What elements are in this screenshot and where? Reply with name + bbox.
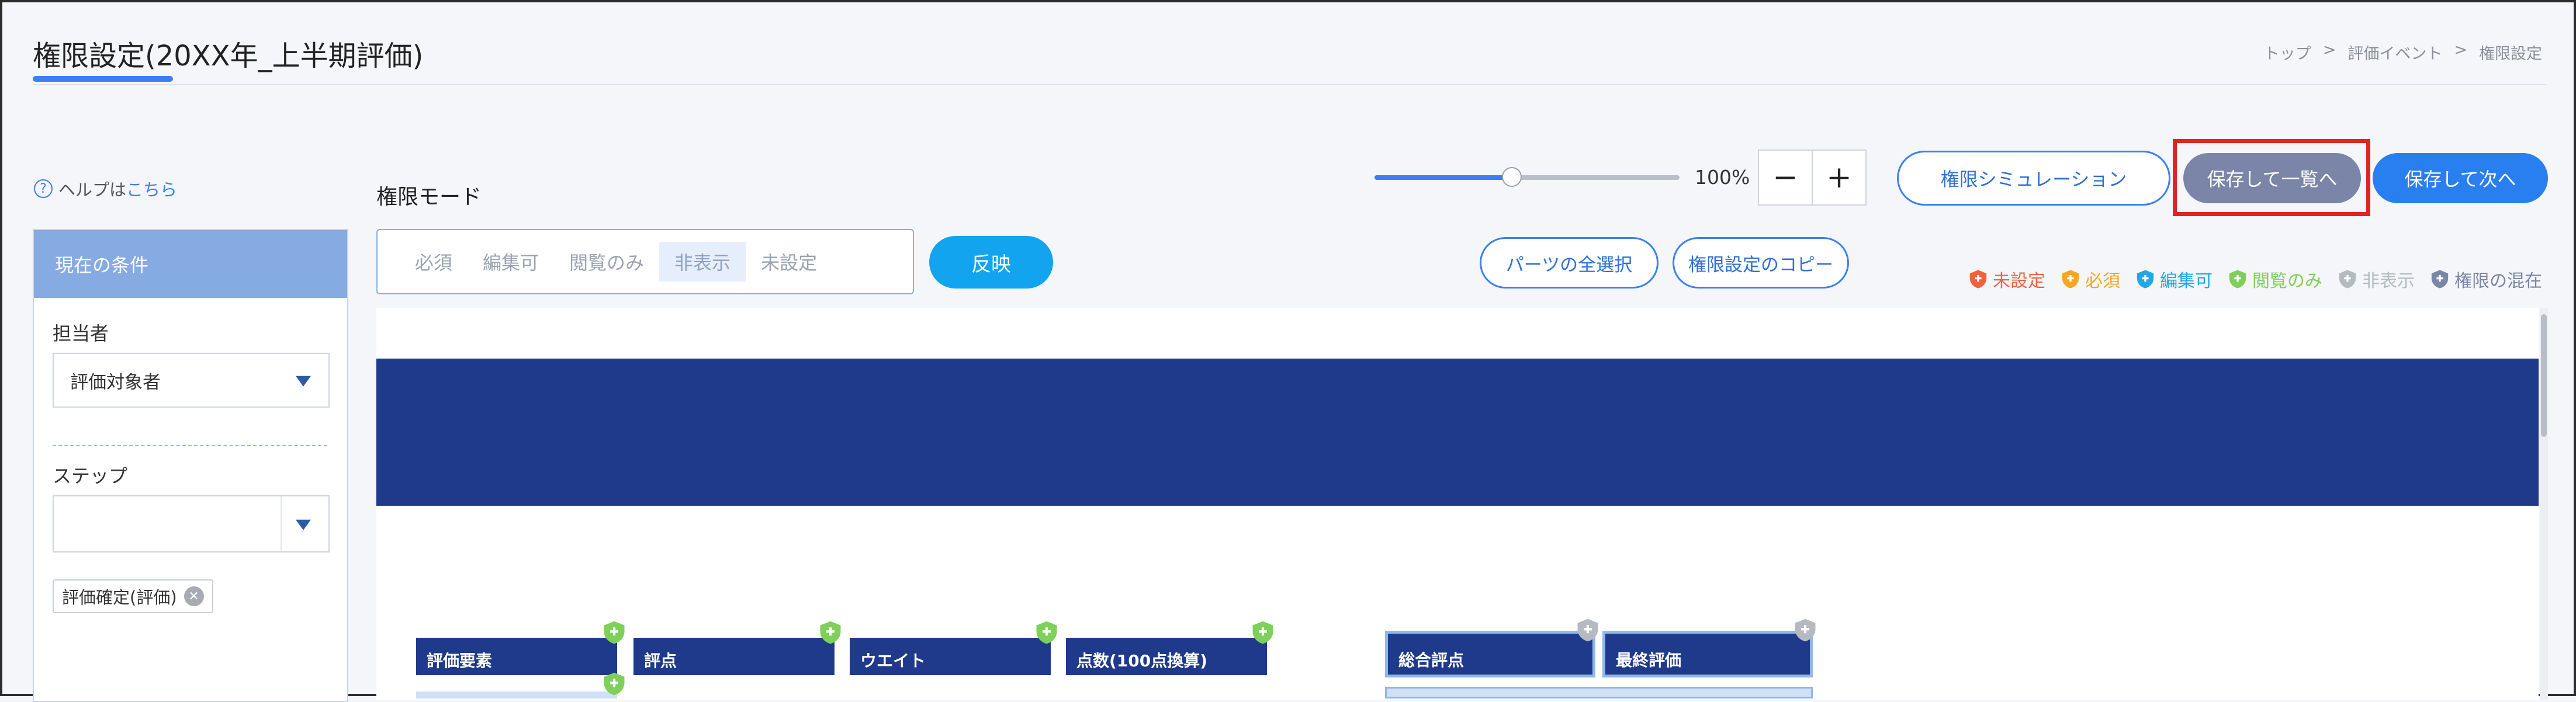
mode-editable[interactable]: 編集可 <box>468 242 554 282</box>
select-all-parts-button[interactable]: パーツの全選択 <box>1480 237 1659 289</box>
part-label: 評点 <box>644 651 677 670</box>
shield-plus-icon <box>604 621 625 644</box>
part-total-score[interactable]: 総合評点 <box>1385 631 1595 677</box>
mode-toggle-group: 必須 編集可 閲覧のみ 非表示 未設定 <box>376 229 914 294</box>
title-underline <box>33 76 173 82</box>
chevron-down-icon <box>296 519 311 530</box>
legend-label: 非表示 <box>2362 271 2415 291</box>
permission-legend: 未設定 必須 編集可 閲覧のみ 非表示 権限の混在 <box>1968 266 2542 292</box>
highlight-box <box>2173 139 2370 216</box>
legend-label: 未設定 <box>1993 271 2045 291</box>
mode-required[interactable]: 必須 <box>400 242 468 282</box>
legend-item: 権限の混在 <box>2430 266 2542 292</box>
assignee-select[interactable]: 評価対象者 <box>53 353 330 408</box>
legend-item: 閲覧のみ <box>2228 266 2322 292</box>
part-row-next <box>416 691 617 698</box>
breadcrumb: トップ > 評価イベント > 権限設定 <box>2264 41 2542 64</box>
part-weight[interactable]: ウエイト <box>850 638 1051 675</box>
page-title: 権限設定(20XX年_上半期評価) <box>33 40 424 72</box>
shield-plus-icon <box>2229 270 2246 289</box>
shield-plus-icon <box>2339 270 2356 289</box>
legend-item: 必須 <box>2061 266 2120 292</box>
part-evaluation-element[interactable]: 評価要素 <box>416 638 617 675</box>
part-label: 評価要素 <box>427 651 493 670</box>
part-row-next <box>1385 687 1813 698</box>
shield-plus-icon <box>1795 618 1816 642</box>
step-select[interactable] <box>53 495 330 552</box>
breadcrumb-separator: > <box>2322 41 2336 59</box>
zoom-level: 100% <box>1695 166 1750 189</box>
zoom-in-button[interactable]: + <box>1812 150 1867 206</box>
breadcrumb-event[interactable]: 評価イベント <box>2348 41 2442 64</box>
part-score-100[interactable]: 点数(100点換算) <box>1066 638 1267 675</box>
help-prefix: ヘルプは <box>58 180 127 200</box>
conditions-title: 現在の条件 <box>34 230 347 298</box>
mode-hidden[interactable]: 非表示 <box>659 242 746 282</box>
help-link[interactable]: こちら <box>126 176 177 201</box>
header-divider <box>33 84 2547 85</box>
zoom-slider-fill <box>1374 175 1512 180</box>
shield-plus-icon <box>2062 270 2079 289</box>
breadcrumb-top[interactable]: トップ <box>2264 41 2311 64</box>
save-next-button[interactable]: 保存して次へ <box>2373 153 2548 203</box>
legend-item: 未設定 <box>1968 266 2045 292</box>
shield-plus-icon <box>1577 618 1598 642</box>
zoom-out-button[interactable]: − <box>1758 150 1813 206</box>
shield-plus-icon <box>820 621 841 644</box>
plus-icon: + <box>1826 160 1852 195</box>
apply-button[interactable]: 反映 <box>929 236 1053 289</box>
part-label: 最終評価 <box>1616 651 1682 670</box>
legend-item: 編集可 <box>2135 266 2213 292</box>
section-divider <box>53 445 327 446</box>
step-chip: 評価確定(評価) ✕ <box>53 579 213 613</box>
legend-label: 編集可 <box>2160 271 2213 291</box>
legend-item: 非表示 <box>2338 266 2415 292</box>
mode-unset[interactable]: 未設定 <box>746 242 832 282</box>
legend-label: 必須 <box>2085 271 2120 291</box>
assignee-value: 評価対象者 <box>70 371 161 393</box>
part-score[interactable]: 評点 <box>633 638 835 675</box>
close-icon[interactable]: ✕ <box>183 586 204 606</box>
minus-icon: − <box>1772 160 1798 195</box>
part-final-evaluation[interactable]: 最終評価 <box>1602 631 1813 677</box>
part-label: 点数(100点換算) <box>1076 651 1208 670</box>
select-divider <box>281 496 282 551</box>
help-line: ? ヘルプは こちら <box>34 176 177 201</box>
question-icon: ? <box>34 179 53 198</box>
part-label: 総合評点 <box>1398 651 1464 670</box>
legend-label: 閲覧のみ <box>2252 271 2322 291</box>
shield-plus-icon <box>2431 270 2449 289</box>
scrollbar-thumb[interactable] <box>2541 314 2547 437</box>
shield-plus-icon <box>2137 270 2154 289</box>
shield-plus-icon <box>1969 270 1987 289</box>
permission-simulation-button[interactable]: 権限シミュレーション <box>1897 151 2170 206</box>
assignee-label: 担当者 <box>53 322 109 345</box>
chevron-down-icon <box>296 376 311 387</box>
zoom-slider-handle[interactable] <box>1501 167 1522 187</box>
shield-plus-icon <box>604 672 625 696</box>
legend-label: 権限の混在 <box>2454 271 2542 291</box>
mode-view-only[interactable]: 閲覧のみ <box>554 242 659 282</box>
breadcrumb-current: 権限設定 <box>2479 45 2542 63</box>
shield-plus-icon <box>1252 621 1273 644</box>
conditions-panel: 現在の条件 担当者 評価対象者 ステップ 評価確定(評価) ✕ <box>33 229 348 702</box>
breadcrumb-separator: > <box>2454 41 2467 59</box>
chip-label: 評価確定(評価) <box>62 588 177 607</box>
step-label: ステップ <box>53 465 128 487</box>
mode-label: 権限モード <box>376 185 482 209</box>
part-label: ウエイト <box>860 651 926 670</box>
header-banner-part[interactable] <box>376 359 2539 506</box>
shield-plus-icon <box>1036 621 1057 644</box>
copy-permissions-button[interactable]: 権限設定のコピー <box>1673 237 1849 289</box>
